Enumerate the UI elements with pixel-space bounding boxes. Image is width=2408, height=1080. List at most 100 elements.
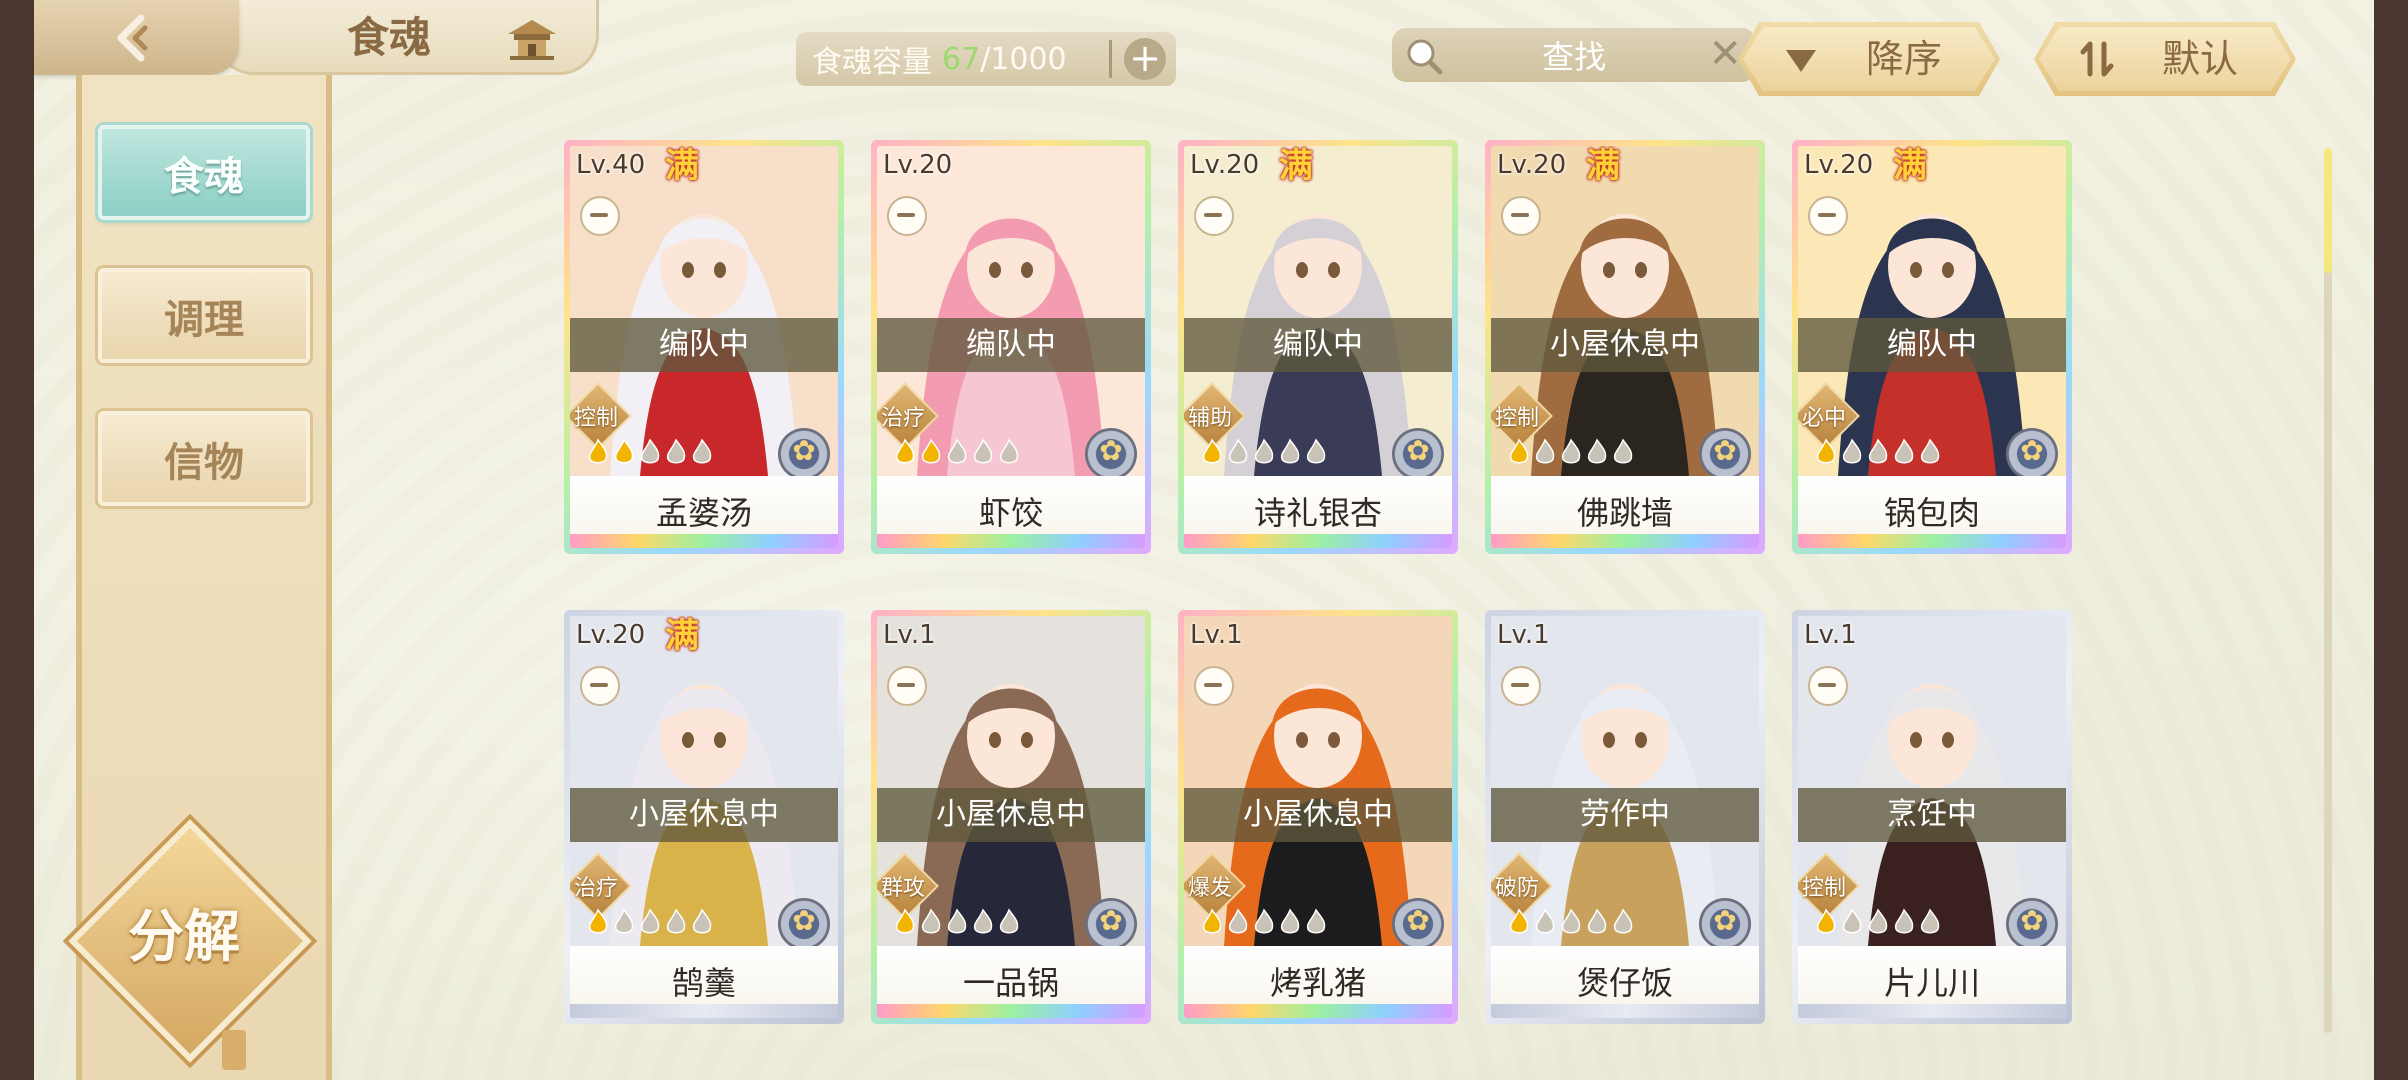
element-medal-icon [1085, 898, 1137, 950]
flame-unlit-icon [666, 908, 686, 934]
level-label: Lv.1 [1497, 620, 1550, 650]
star-rating [586, 908, 714, 936]
character-name: 佛跳墙 [1576, 494, 1673, 532]
rarity-strip [570, 534, 838, 548]
role-label: 群攻 [880, 876, 925, 901]
role-label: 治疗 [880, 406, 925, 431]
close-icon[interactable]: ✕ [1708, 32, 1742, 76]
status-label: 编队中 [570, 318, 838, 372]
game-screen: 食魂 食魂容量 67 / 1000 + 查找 ✕ 降序 默认 食魂 调理 信物 … [34, 0, 2374, 1080]
card-body: Lv.1 烹饪中控制片儿川 [1798, 616, 2066, 1018]
card-body: Lv.1 小屋休息中爆发烤乳猪 [1184, 616, 1452, 1018]
element-medal-icon [778, 428, 830, 480]
element-medal-icon [778, 898, 830, 950]
back-button[interactable] [34, 0, 239, 75]
card-body: Lv.20 满小屋休息中控制佛跳墙 [1491, 146, 1759, 548]
search-input[interactable]: 查找 [1452, 32, 1696, 78]
character-name: 孟婆汤 [655, 494, 752, 532]
character-name: 诗礼银杏 [1253, 494, 1382, 532]
flame-unlit-icon [1587, 438, 1607, 464]
flame-unlit-icon [1920, 908, 1940, 934]
skin-icon [580, 666, 620, 706]
max-level-badge: 满 [1279, 146, 1313, 186]
food-soul-card[interactable]: Lv.1 小屋休息中爆发烤乳猪 [1178, 610, 1458, 1024]
sort-order-button[interactable]: 降序 [1738, 22, 2000, 96]
skin-icon [1501, 666, 1541, 706]
flame-unlit-icon [640, 438, 660, 464]
role-label: 破防 [1494, 876, 1539, 901]
tab-cooking[interactable]: 调理 [98, 268, 310, 363]
level-label: Lv.40 [576, 150, 646, 180]
role-label: 爆发 [1187, 876, 1232, 901]
default-sort-button[interactable]: 默认 [2034, 22, 2296, 96]
flame-unlit-icon [692, 908, 712, 934]
flame-unlit-icon [1842, 908, 1862, 934]
default-sort-label: 默认 [2161, 37, 2238, 81]
flame-unlit-icon [1535, 908, 1555, 934]
food-soul-card[interactable]: Lv.1 劳作中破防煲仔饭 [1485, 610, 1765, 1024]
flame-lit-icon [1816, 438, 1836, 464]
scrollbar-thumb[interactable] [2324, 148, 2332, 273]
flame-lit-icon [1816, 908, 1836, 934]
swap-arrows-icon [2080, 41, 2114, 77]
star-rating [1507, 438, 1635, 466]
flame-lit-icon [895, 438, 915, 464]
flame-unlit-icon [1306, 908, 1326, 934]
tab-tokens[interactable]: 信物 [98, 411, 310, 506]
status-label: 小屋休息中 [877, 788, 1145, 842]
element-medal-icon [1085, 428, 1137, 480]
house-icon[interactable] [504, 16, 560, 64]
skin-icon [1501, 196, 1541, 236]
flame-unlit-icon [1254, 438, 1274, 464]
skin-icon [580, 196, 620, 236]
flame-unlit-icon [1535, 438, 1555, 464]
flame-unlit-icon [999, 908, 1019, 934]
search-icon [1407, 39, 1443, 75]
add-capacity-button[interactable]: + [1124, 38, 1166, 80]
skin-icon [1808, 196, 1848, 236]
element-medal-icon [2006, 428, 2058, 480]
status-label: 小屋休息中 [570, 788, 838, 842]
decompose-label[interactable]: 分解 [74, 892, 294, 982]
food-soul-card[interactable]: Lv.20 满编队中必中锅包肉 [1792, 140, 2072, 554]
food-soul-card[interactable]: Lv.20 满小屋休息中治疗鹄羹 [564, 610, 844, 1024]
tab-food-soul[interactable]: 食魂 [98, 125, 310, 220]
max-level-badge: 满 [1893, 146, 1927, 186]
rarity-strip [1798, 534, 2066, 548]
star-rating [1814, 908, 1942, 936]
character-name: 锅包肉 [1883, 494, 1980, 532]
flame-unlit-icon [1306, 438, 1326, 464]
card-body: Lv.20 满编队中辅助诗礼银杏 [1184, 146, 1452, 548]
star-rating [1507, 908, 1635, 936]
capacity-separator: / [980, 41, 991, 77]
flame-unlit-icon [1561, 908, 1581, 934]
search-box[interactable]: 查找 ✕ [1392, 28, 1756, 82]
food-soul-card[interactable]: Lv.20 编队中治疗虾饺 [871, 140, 1151, 554]
card-body: Lv.1 劳作中破防煲仔饭 [1491, 616, 1759, 1018]
food-soul-card[interactable]: Lv.40 满编队中控制孟婆汤 [564, 140, 844, 554]
character-name: 一品锅 [962, 964, 1059, 1002]
scrollbar-track[interactable] [2324, 148, 2332, 1033]
food-soul-card[interactable]: Lv.1 小屋休息中群攻一品锅 [871, 610, 1151, 1024]
element-medal-icon [1392, 898, 1444, 950]
rarity-strip [877, 1004, 1145, 1018]
flame-unlit-icon [1280, 908, 1300, 934]
card-body: Lv.1 小屋休息中群攻一品锅 [877, 616, 1145, 1018]
food-soul-card[interactable]: Lv.20 满编队中辅助诗礼银杏 [1178, 140, 1458, 554]
max-level-badge: 满 [1586, 146, 1620, 186]
card-body: Lv.20 满编队中必中锅包肉 [1798, 146, 2066, 548]
flame-unlit-icon [692, 438, 712, 464]
flame-unlit-icon [1868, 438, 1888, 464]
flame-unlit-icon [973, 908, 993, 934]
element-medal-icon [1699, 898, 1751, 950]
status-label: 编队中 [1798, 318, 2066, 372]
skin-icon [887, 196, 927, 236]
food-soul-card[interactable]: Lv.20 满小屋休息中控制佛跳墙 [1485, 140, 1765, 554]
back-arrow-icon [117, 14, 147, 61]
role-label: 辅助 [1187, 406, 1232, 431]
food-soul-card[interactable]: Lv.1 烹饪中控制片儿川 [1792, 610, 2072, 1024]
character-name: 烤乳猪 [1269, 964, 1366, 1002]
card-body: Lv.40 满编队中控制孟婆汤 [570, 146, 838, 548]
flame-unlit-icon [1894, 908, 1914, 934]
level-label: Lv.1 [883, 620, 936, 650]
